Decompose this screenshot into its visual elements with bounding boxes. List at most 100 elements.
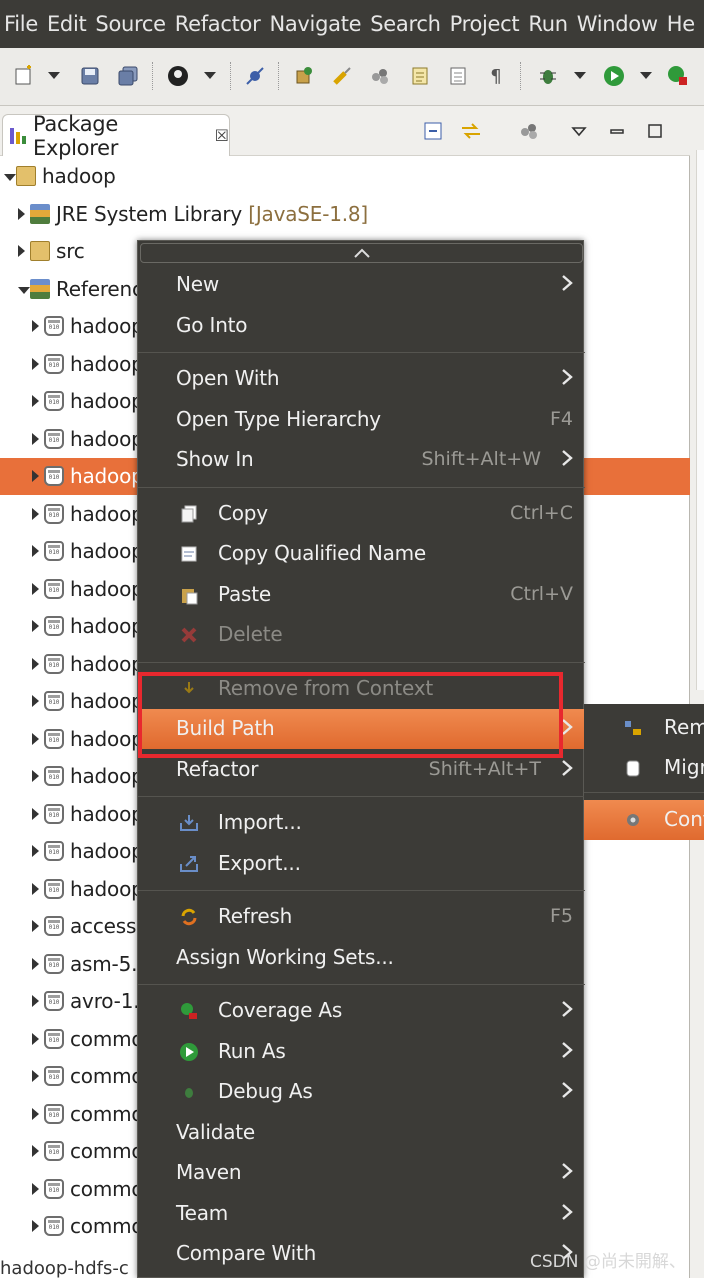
run-dropdown-icon[interactable] [640, 72, 652, 79]
menu-project[interactable]: Project [446, 12, 525, 36]
menu-item-maven[interactable]: Maven [138, 1153, 585, 1193]
main-toolbar: ¶ [0, 48, 704, 106]
submenu-item[interactable]: Migr [584, 748, 704, 788]
menu-item-assign-working-sets[interactable]: Assign Working Sets... [138, 938, 585, 978]
twisty-collapsed-icon[interactable] [32, 770, 39, 782]
twisty-collapsed-icon[interactable] [32, 395, 39, 407]
twisty-collapsed-icon[interactable] [32, 920, 39, 932]
user-icon[interactable] [166, 64, 190, 88]
menu-run[interactable]: Run [524, 12, 572, 36]
minimize-icon[interactable] [604, 118, 630, 144]
twisty-collapsed-icon[interactable] [32, 695, 39, 707]
new-dropdown-icon[interactable] [48, 72, 60, 79]
twisty-expanded-icon[interactable] [4, 174, 16, 181]
tree-item-text: hadoop [70, 689, 144, 713]
jar-icon [44, 766, 64, 786]
new-wizard-icon[interactable] [12, 64, 36, 88]
twisty-collapsed-icon[interactable] [18, 207, 25, 220]
twisty-collapsed-icon[interactable] [32, 507, 39, 520]
menu-item-show-in[interactable]: Show In Shift+Alt+W [138, 440, 585, 480]
twisty-collapsed-icon[interactable] [32, 657, 39, 670]
collapse-all-icon[interactable] [420, 118, 446, 144]
open-task-icon[interactable] [408, 64, 432, 88]
menu-item-import[interactable]: Import... [138, 803, 585, 843]
migrate-jar-icon [622, 757, 644, 779]
twisty-collapsed-icon[interactable] [32, 320, 39, 332]
menu-item-debug-as[interactable]: Debug As [138, 1072, 585, 1112]
markers-icon[interactable] [446, 64, 470, 88]
twisty-collapsed-icon[interactable] [18, 245, 25, 257]
twisty-collapsed-icon[interactable] [32, 582, 39, 595]
twisty-collapsed-icon[interactable] [32, 545, 39, 557]
tree-item-label: hadoop [70, 502, 144, 526]
menu-item-refresh[interactable]: Refresh F5 [138, 897, 585, 937]
menu-he[interactable]: He [663, 12, 700, 36]
menu-item-run-as[interactable]: Run As [138, 1032, 585, 1072]
menu-item-open-with[interactable]: Open With [138, 359, 585, 399]
menu-item-new[interactable]: New [138, 265, 585, 305]
save-icon[interactable] [78, 64, 102, 88]
submenu-item[interactable]: Conf [584, 800, 704, 840]
twisty-collapsed-icon[interactable] [32, 357, 39, 370]
show-whitespace-icon[interactable]: ¶ [484, 64, 508, 88]
external-tools-icon[interactable] [666, 64, 690, 88]
menu-item-coverage-as[interactable]: Coverage As [138, 991, 585, 1031]
scroll-up-button[interactable] [140, 243, 583, 263]
tree-item[interactable]: hadoop [0, 158, 690, 195]
jar-icon [44, 653, 64, 674]
twisty-collapsed-icon[interactable] [32, 957, 39, 970]
menu-separator [138, 486, 585, 488]
submenu-item[interactable]: Rem [584, 708, 704, 748]
debug-dropdown-icon[interactable] [574, 72, 586, 79]
brush-icon[interactable] [330, 64, 354, 88]
menu-item-compare-with[interactable]: Compare With [138, 1234, 585, 1274]
open-type-icon[interactable] [368, 64, 392, 88]
menu-window[interactable]: Window [573, 12, 663, 36]
twisty-collapsed-icon[interactable] [32, 432, 39, 445]
view-filters-icon[interactable] [516, 118, 542, 144]
run-icon[interactable] [602, 64, 626, 88]
menu-edit[interactable]: Edit [43, 12, 91, 36]
tree-item-text: hadoop [70, 764, 144, 788]
close-icon[interactable]: ☒ [215, 126, 229, 145]
twisty-collapsed-icon[interactable] [32, 732, 39, 745]
twisty-collapsed-icon[interactable] [32, 1070, 39, 1082]
twisty-collapsed-icon[interactable] [32, 882, 39, 895]
user-dropdown-icon[interactable] [204, 72, 216, 79]
menu-search[interactable]: Search [366, 12, 445, 36]
twisty-collapsed-icon[interactable] [32, 1220, 39, 1232]
view-menu-icon[interactable] [566, 118, 592, 144]
twisty-collapsed-icon[interactable] [32, 1107, 39, 1120]
menu-source[interactable]: Source [91, 12, 170, 36]
menu-file[interactable]: File [0, 12, 43, 36]
menu-item-copy[interactable]: Copy Ctrl+C [138, 494, 585, 534]
twisty-collapsed-icon[interactable] [32, 1182, 39, 1195]
new-java-package-icon[interactable] [292, 64, 316, 88]
maximize-icon[interactable] [642, 118, 668, 144]
menu-item-copy-qualified-name[interactable]: Copy Qualified Name [138, 534, 585, 574]
twisty-collapsed-icon[interactable] [32, 845, 39, 857]
twisty-collapsed-icon[interactable] [32, 807, 39, 820]
twisty-collapsed-icon[interactable] [32, 1032, 39, 1045]
twisty-collapsed-icon[interactable] [32, 1145, 39, 1157]
twisty-expanded-icon[interactable] [18, 286, 30, 294]
debug-icon[interactable] [536, 64, 560, 88]
menu-item-open-type-hierarchy[interactable]: Open Type Hierarchy F4 [138, 400, 585, 440]
twisty-collapsed-icon[interactable] [32, 470, 39, 482]
twisty-collapsed-icon[interactable] [32, 995, 39, 1007]
jar-icon [44, 428, 64, 449]
menu-item-go-into[interactable]: Go Into [138, 306, 585, 346]
skip-breakpoints-icon[interactable] [243, 64, 267, 88]
save-all-icon[interactable] [116, 64, 140, 88]
menu-item-export[interactable]: Export... [138, 844, 585, 884]
menu-refactor[interactable]: Refactor [171, 12, 266, 36]
menu-item-paste[interactable]: Paste Ctrl+V [138, 575, 585, 615]
tree-item[interactable]: JRE System Library [JavaSE-1.8] [0, 196, 690, 233]
link-with-editor-icon[interactable] [458, 118, 484, 144]
menu-navigate[interactable]: Navigate [265, 12, 366, 36]
tab-package-explorer[interactable]: Package Explorer ☒ [2, 112, 230, 160]
menu-item-team[interactable]: Team [138, 1194, 585, 1234]
menu-item-validate[interactable]: Validate [138, 1113, 585, 1153]
twisty-collapsed-icon[interactable] [32, 620, 39, 632]
paste-icon [178, 584, 200, 606]
